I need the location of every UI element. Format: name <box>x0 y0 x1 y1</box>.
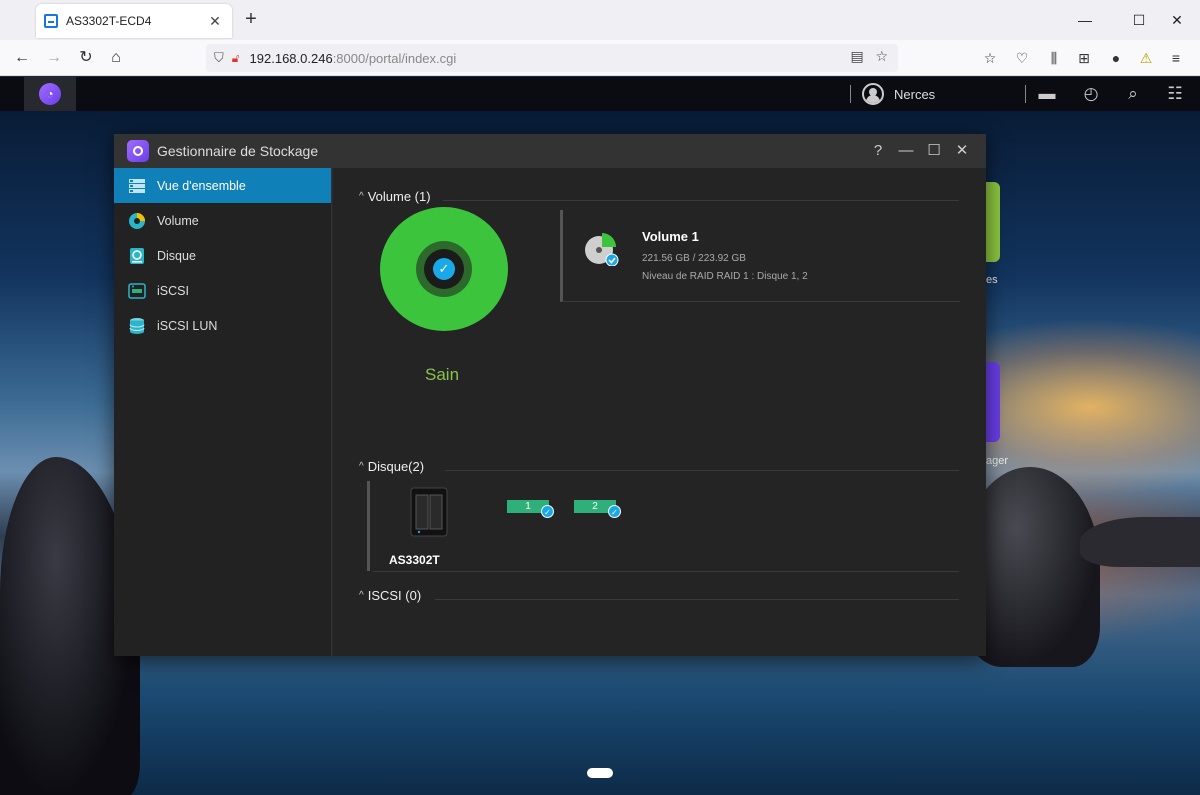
taskbar: ◔ Nerces ▬ ◴ ⌕ ☷ <box>0 77 1200 111</box>
menu-icon[interactable]: ≡ <box>1166 48 1186 68</box>
donut-center: ✓ <box>424 249 464 289</box>
settings-panel-icon[interactable]: ☷ <box>1164 83 1186 105</box>
check-icon: ✓ <box>541 505 554 518</box>
check-icon: ✓ <box>433 258 455 280</box>
sidebar-item-label: iSCSI <box>157 283 189 298</box>
sidebar-item-overview[interactable]: Vue d'ensemble <box>114 168 331 203</box>
background-shore <box>1080 517 1200 567</box>
help-icon[interactable]: ? <box>864 140 892 162</box>
url-bar[interactable]: ⛉ 🔓︎ 192.168.0.246 :8000/portal/index.cg… <box>206 44 898 72</box>
site-favicon-icon <box>44 14 58 28</box>
minimize-icon[interactable]: — <box>892 140 920 162</box>
tab-close-icon[interactable]: ✕ <box>206 13 224 30</box>
library-icon[interactable]: ⫼ <box>1044 48 1064 68</box>
iscsi-section-heading: ISCSI (0) <box>367 588 422 603</box>
section-divider <box>445 470 959 471</box>
storage-manager-window: Gestionnaire de Stockage ? — ☐ ✕ Vue d'e… <box>114 134 986 656</box>
home-icon[interactable]: ⌂ <box>104 46 128 70</box>
database-icon <box>128 317 146 335</box>
browser-tab[interactable]: AS3302T-ECD4 ✕ <box>36 4 232 38</box>
forward-icon[interactable]: → <box>42 46 66 70</box>
username[interactable]: Nerces <box>894 87 935 102</box>
iscsi-section-toggle[interactable]: ^ ISCSI (0) <box>359 588 421 603</box>
desktop-app-label[interactable]: es <box>986 274 998 286</box>
sidebar-item-iscsi[interactable]: iSCSI <box>114 273 331 308</box>
volume-size: 221.56 GB / 223.92 GB <box>642 253 746 264</box>
volume-name: Volume 1 <box>642 229 699 244</box>
reload-icon[interactable]: ↻ <box>74 46 98 70</box>
disk-card-border <box>367 481 370 571</box>
shield-icon[interactable]: ⛉ <box>214 50 224 66</box>
sidebar-item-label: Disque <box>157 248 196 263</box>
section-divider <box>373 571 959 572</box>
check-icon: ✓ <box>608 505 621 518</box>
nas-device-icon[interactable] <box>409 487 449 537</box>
section-divider <box>449 200 959 201</box>
main-content: ^ Volume (1) ✓ Sain Volume 1 221.56 GB /… <box>333 168 986 656</box>
health-status: Sain <box>425 365 460 384</box>
iscsi-icon <box>128 282 146 300</box>
chevron-up-icon: ^ <box>359 191 364 202</box>
reader-bookmark-icons[interactable]: ▤ ☆ <box>851 48 888 65</box>
chevron-up-icon: ^ <box>359 590 364 601</box>
overview-icon <box>128 177 146 195</box>
close-icon[interactable]: ✕ <box>948 140 976 162</box>
insecure-lock-icon[interactable]: 🔓︎ <box>232 51 240 66</box>
pocket-icon[interactable]: ☆ <box>980 48 1000 68</box>
taskbar-divider <box>850 85 851 103</box>
sidebar-item-label: Vue d'ensemble <box>157 178 246 193</box>
sidebar-item-iscsi-lun[interactable]: iSCSI LUN <box>114 308 331 343</box>
dock-handle[interactable] <box>587 768 613 778</box>
sidebar-item-label: Volume <box>157 213 199 228</box>
alert-extension-icon[interactable]: ⚠ <box>1136 48 1156 68</box>
desktop-app-label[interactable]: ager <box>986 455 1008 467</box>
donut-inner-ring: ✓ <box>416 241 472 297</box>
tab-title: AS3302T-ECD4 <box>66 14 152 28</box>
storage-manager-taskbar-button[interactable]: ◔ <box>24 77 76 111</box>
save-icon[interactable]: ♡ <box>1012 48 1032 68</box>
window-title-bar[interactable]: Gestionnaire de Stockage ? — ☐ ✕ <box>114 134 986 168</box>
browser-tab-bar: AS3302T-ECD4 ✕ + — ☐ ✕ <box>0 0 1200 40</box>
taskbar-divider <box>1025 85 1026 103</box>
sidebar-item-volume[interactable]: Volume <box>114 203 331 238</box>
minimize-icon[interactable]: — <box>1062 8 1108 32</box>
volume-card[interactable]: Volume 1 221.56 GB / 223.92 GB Niveau de… <box>560 210 960 302</box>
raid-info: Niveau de RAID RAID 1 : Disque 1, 2 <box>642 271 808 282</box>
sidebar-item-label: iSCSI LUN <box>157 318 218 333</box>
storage-manager-icon: ◔ <box>39 83 61 105</box>
browser-nav-bar: ← → ↻ ⌂ ⛉ 🔓︎ 192.168.0.246 :8000/portal/… <box>0 40 1200 76</box>
storage-manager-icon <box>127 140 149 162</box>
volume-section-toggle[interactable]: ^ Volume (1) <box>359 189 431 204</box>
dashboard-gauge-icon[interactable]: ◴ <box>1080 83 1102 105</box>
search-icon[interactable]: ⌕ <box>1122 83 1144 105</box>
user-avatar-icon[interactable] <box>862 83 884 105</box>
window-title: Gestionnaire de Stockage <box>157 143 319 159</box>
url-host: 192.168.0.246 <box>249 50 333 66</box>
volume-icon <box>128 212 146 230</box>
disk-section-heading: Disque(2) <box>367 459 425 474</box>
disk-icon <box>128 247 146 265</box>
close-window-icon[interactable]: ✕ <box>1154 8 1200 32</box>
section-divider <box>435 599 959 600</box>
volume-pie-icon <box>585 233 619 266</box>
message-icon[interactable]: ▬ <box>1036 83 1058 105</box>
sidebar: Vue d'ensemble Volume Disque iSCSI iSCSI… <box>114 168 332 656</box>
volume-health-donut: ✓ <box>380 207 508 331</box>
volume-section-heading: Volume (1) <box>367 189 431 204</box>
new-tab-button[interactable]: + <box>240 8 262 30</box>
chevron-up-icon: ^ <box>359 461 364 472</box>
sidebar-item-disk[interactable]: Disque <box>114 238 331 273</box>
back-icon[interactable]: ← <box>10 46 34 70</box>
maximize-icon[interactable]: ☐ <box>920 140 948 162</box>
disk-section-toggle[interactable]: ^ Disque(2) <box>359 459 424 474</box>
url-path: :8000/portal/index.cgi <box>332 50 457 66</box>
extension-icon[interactable]: ⊞ <box>1074 48 1094 68</box>
profile-icon[interactable]: ● <box>1106 48 1126 68</box>
nas-device-name: AS3302T <box>389 553 440 567</box>
